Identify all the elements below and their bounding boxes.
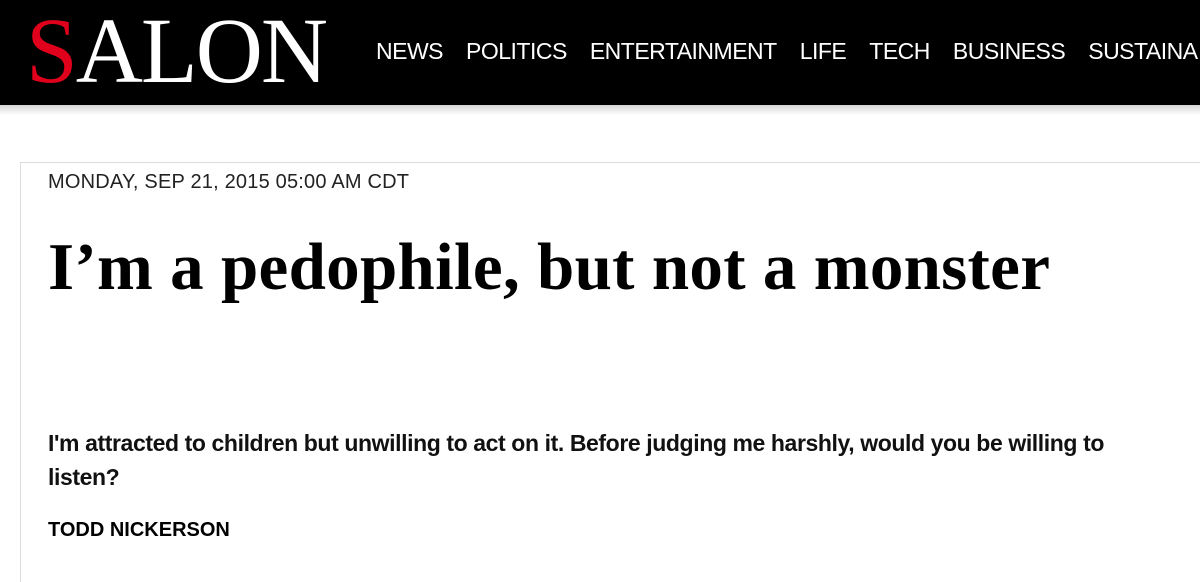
logo-text: ALON <box>75 0 328 103</box>
nav-item-politics[interactable]: POLITICS <box>466 36 567 66</box>
nav-item-entertainment[interactable]: ENTERTAINMENT <box>590 36 777 66</box>
article-dateline: MONDAY, SEP 21, 2015 05:00 AM CDT <box>48 171 410 193</box>
nav-item-news[interactable]: NEWS <box>376 36 444 66</box>
nav-item-life[interactable]: LIFE <box>800 36 847 66</box>
author-byline[interactable]: TODD NICKERSON <box>48 517 230 543</box>
article-headline: I’m a pedophile, but not a monster <box>48 230 1051 304</box>
site-header: SALON NEWS POLITICS ENTERTAINMENT LIFE T… <box>0 0 1200 105</box>
nav-item-tech[interactable]: TECH <box>869 36 930 66</box>
article-dek: I'm attracted to children but unwilling … <box>48 430 1104 490</box>
article-container: MONDAY, SEP 21, 2015 05:00 AM CDT I’m a … <box>20 162 1200 582</box>
logo-accent-letter: S <box>26 0 78 103</box>
nav-item-business[interactable]: BUSINESS <box>953 36 1066 66</box>
salon-logo[interactable]: SALON <box>26 4 328 100</box>
header-shadow <box>0 105 1200 115</box>
main-nav: NEWS POLITICS ENTERTAINMENT LIFE TECH BU… <box>376 36 1198 66</box>
nav-item-sustainability[interactable]: SUSTAINA <box>1088 36 1198 66</box>
